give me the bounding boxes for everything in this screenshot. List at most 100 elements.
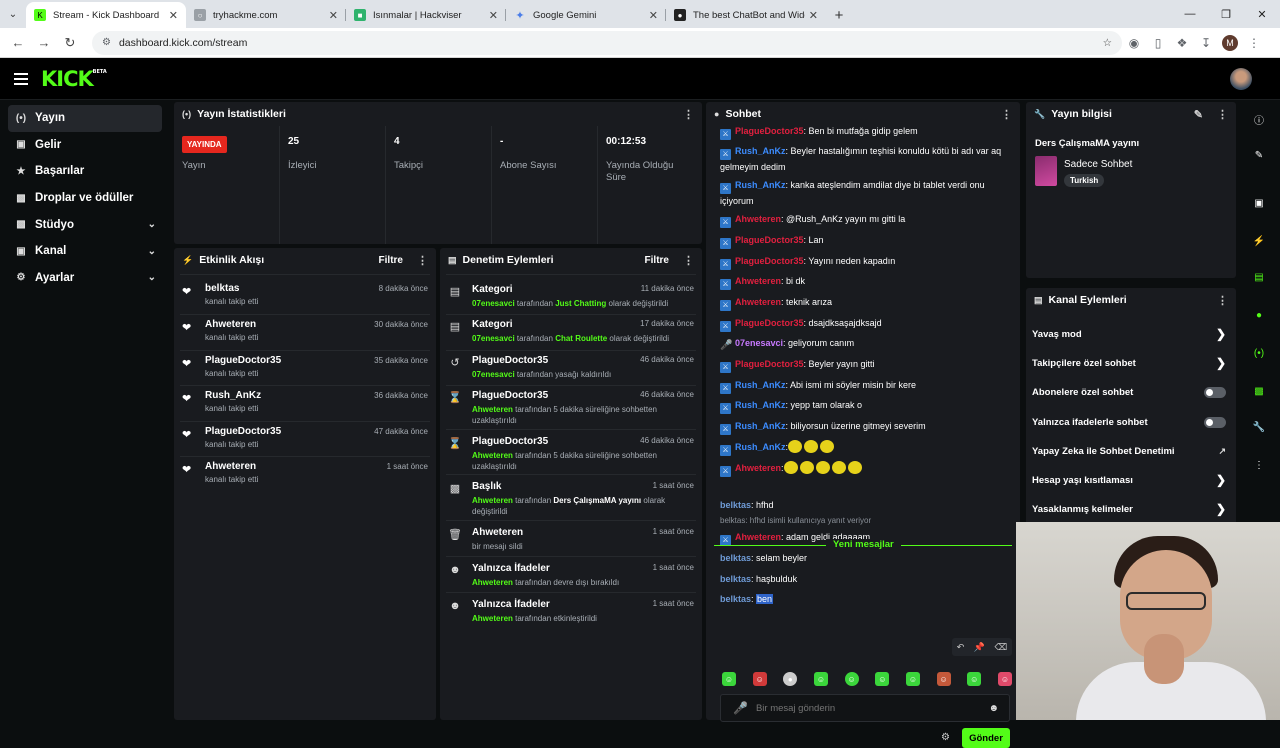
- chat-username[interactable]: Ahweteren: [735, 463, 781, 473]
- emote-button[interactable]: ☺: [875, 672, 890, 686]
- pin-icon[interactable]: 📌: [974, 642, 985, 653]
- more-options-icon[interactable]: ⋮: [683, 108, 694, 121]
- activity-user[interactable]: Rush_AnKz: [205, 390, 261, 401]
- chat-username[interactable]: belktas: [720, 594, 751, 604]
- activity-user[interactable]: PlagueDoctor35: [205, 355, 281, 366]
- wrench-icon[interactable]: 🔧: [1250, 418, 1268, 436]
- close-tab-icon[interactable]: ✕: [809, 9, 818, 22]
- sidebar-item-kanal[interactable]: ▣ Kanal ⌄: [8, 238, 162, 265]
- broadcast-icon[interactable]: (•): [1250, 344, 1268, 362]
- chat-username[interactable]: belktas: [720, 500, 751, 510]
- emote-button[interactable]: ☺: [844, 672, 859, 686]
- close-window-icon[interactable]: ✕: [1244, 0, 1280, 28]
- chat-username[interactable]: belktas: [720, 574, 751, 584]
- chat-username[interactable]: PlagueDoctor35: [735, 318, 804, 328]
- chat-message-input[interactable]: [755, 702, 989, 714]
- close-tab-icon[interactable]: ✕: [169, 9, 178, 22]
- chat-username[interactable]: Rush_AnKz: [735, 380, 786, 390]
- emoji-picker-icon[interactable]: ☻: [988, 703, 999, 714]
- user-avatar[interactable]: [1230, 68, 1252, 90]
- reply-icon[interactable]: ↶: [957, 642, 965, 653]
- layout-icon[interactable]: ▩: [1250, 382, 1268, 400]
- action-account-age[interactable]: Hesap yaşı kısıtlaması ❯: [1032, 466, 1226, 494]
- forward-icon[interactable]: →: [32, 35, 56, 50]
- emote-button[interactable]: ☺: [997, 672, 1012, 686]
- focus-icon[interactable]: ▣: [1250, 194, 1268, 212]
- profile-avatar[interactable]: M: [1222, 34, 1238, 51]
- tab-search-icon[interactable]: ⌄: [0, 0, 26, 28]
- activity-user[interactable]: Ahweteren: [205, 319, 258, 330]
- sidebar-item-yayin[interactable]: (•) Yayın: [8, 105, 162, 132]
- stream-category[interactable]: Sadece Sohbet: [1064, 159, 1132, 170]
- browser-tab-gemini[interactable]: ✦ Google Gemini ✕: [506, 2, 666, 28]
- chat-username[interactable]: Ahweteren: [735, 297, 781, 307]
- chat-icon[interactable]: ●: [1250, 306, 1268, 324]
- browser-tab-hackviser[interactable]: ■ Isınmalar | Hackviser ✕: [346, 2, 506, 28]
- chat-username[interactable]: Ahweteren: [735, 276, 781, 286]
- chat-settings-gear-icon[interactable]: ⚙: [941, 732, 950, 743]
- chat-username[interactable]: belktas: [720, 553, 751, 563]
- action-slow-mode[interactable]: Yavaş mod ❯: [1032, 320, 1226, 348]
- reload-icon[interactable]: ↻: [58, 35, 82, 51]
- filter-button[interactable]: Filtre: [645, 255, 669, 266]
- emote-button[interactable]: ☺: [813, 672, 828, 686]
- activity-user[interactable]: PlagueDoctor35: [205, 426, 281, 437]
- lightning-icon[interactable]: ⚡: [1250, 232, 1268, 250]
- emote-button[interactable]: ☺: [752, 672, 767, 686]
- more-options-icon[interactable]: ⋮: [683, 254, 694, 267]
- delete-icon[interactable]: ⌫: [995, 642, 1008, 653]
- emote-button[interactable]: ●: [783, 672, 798, 686]
- back-icon[interactable]: ←: [6, 35, 30, 50]
- site-info-icon[interactable]: ⚙: [102, 37, 111, 48]
- action-banned-words[interactable]: Yasaklanmış kelimeler ❯: [1032, 495, 1226, 523]
- info-icon[interactable]: ⓘ: [1250, 110, 1268, 128]
- kick-logo[interactable]: KICK BETA: [41, 67, 107, 91]
- chat-username[interactable]: Rush_AnKz: [735, 442, 786, 452]
- browser-menu-icon[interactable]: ⋮: [1242, 36, 1266, 50]
- microphone-icon[interactable]: 🎤: [733, 701, 748, 715]
- chat-username[interactable]: 07enesavci: [735, 338, 783, 348]
- sidebar-item-studyo[interactable]: ▩ Stüdyo ⌄: [8, 211, 162, 238]
- close-tab-icon[interactable]: ✕: [329, 9, 338, 22]
- sidebar-item-ayarlar[interactable]: ⚙ Ayarlar ⌄: [8, 265, 162, 292]
- action-followers-only[interactable]: Takipçilere özel sohbet ❯: [1032, 349, 1226, 377]
- chat-username[interactable]: Rush_AnKz: [735, 146, 786, 156]
- filter-button[interactable]: Filtre: [379, 255, 403, 266]
- edit-icon[interactable]: ✎: [1250, 146, 1268, 164]
- close-tab-icon[interactable]: ✕: [489, 9, 498, 22]
- emote-button[interactable]: ☺: [905, 672, 920, 686]
- browser-tab-kick[interactable]: K Stream - Kick Dashboard ✕: [26, 2, 186, 28]
- more-options-icon[interactable]: ⋮: [1217, 108, 1228, 121]
- more-options-icon[interactable]: ⋮: [1001, 108, 1012, 121]
- chat-username[interactable]: Rush_AnKz: [735, 421, 786, 431]
- chat-username[interactable]: PlagueDoctor35: [735, 126, 804, 136]
- hamburger-menu-icon[interactable]: [14, 72, 28, 85]
- emotes-only-toggle[interactable]: [1204, 416, 1226, 428]
- browser-tab-tryhackme[interactable]: ○ tryhackme.com ✕: [186, 2, 346, 28]
- sidebar-item-droplar[interactable]: ▩ Droplar ve ödüller: [8, 185, 162, 212]
- action-ai-moderation[interactable]: Yapay Zeka ile Sohbet Denetimi ↗: [1032, 437, 1226, 465]
- notes-icon[interactable]: ▤: [1250, 268, 1268, 286]
- more-options-icon[interactable]: ⋮: [417, 254, 428, 267]
- chat-username[interactable]: PlagueDoctor35: [735, 235, 804, 245]
- bookmark-star-icon[interactable]: ☆: [1103, 37, 1112, 49]
- emote-button[interactable]: ☺: [967, 672, 982, 686]
- extensions-icon[interactable]: ❖: [1170, 36, 1194, 50]
- browser-tab-botrix[interactable]: ● The best ChatBot and Widgets ✕: [666, 2, 826, 28]
- more-options-icon[interactable]: ⋮: [1217, 294, 1228, 307]
- more-icon[interactable]: ⋮: [1250, 456, 1268, 474]
- address-bar[interactable]: ⚙ dashboard.kick.com/stream ☆: [92, 30, 1122, 55]
- subscribers-only-toggle[interactable]: [1204, 386, 1226, 398]
- activity-user[interactable]: belktas: [205, 283, 258, 294]
- edit-icon[interactable]: ✎: [1194, 108, 1203, 121]
- chat-username[interactable]: PlagueDoctor35: [735, 256, 804, 266]
- chat-username[interactable]: Rush_AnKz: [735, 180, 786, 190]
- chat-username[interactable]: PlagueDoctor35: [735, 359, 804, 369]
- download-icon[interactable]: ↧: [1194, 36, 1218, 50]
- lens-icon[interactable]: ◉: [1122, 36, 1146, 50]
- restore-icon[interactable]: ❐: [1208, 0, 1244, 28]
- sidebar-item-basarilar[interactable]: ★ Başarılar: [8, 158, 162, 185]
- send-button[interactable]: Gönder: [962, 728, 1010, 748]
- chat-input-box[interactable]: 🎤 ☻: [720, 694, 1010, 722]
- emote-button[interactable]: ☺: [936, 672, 951, 686]
